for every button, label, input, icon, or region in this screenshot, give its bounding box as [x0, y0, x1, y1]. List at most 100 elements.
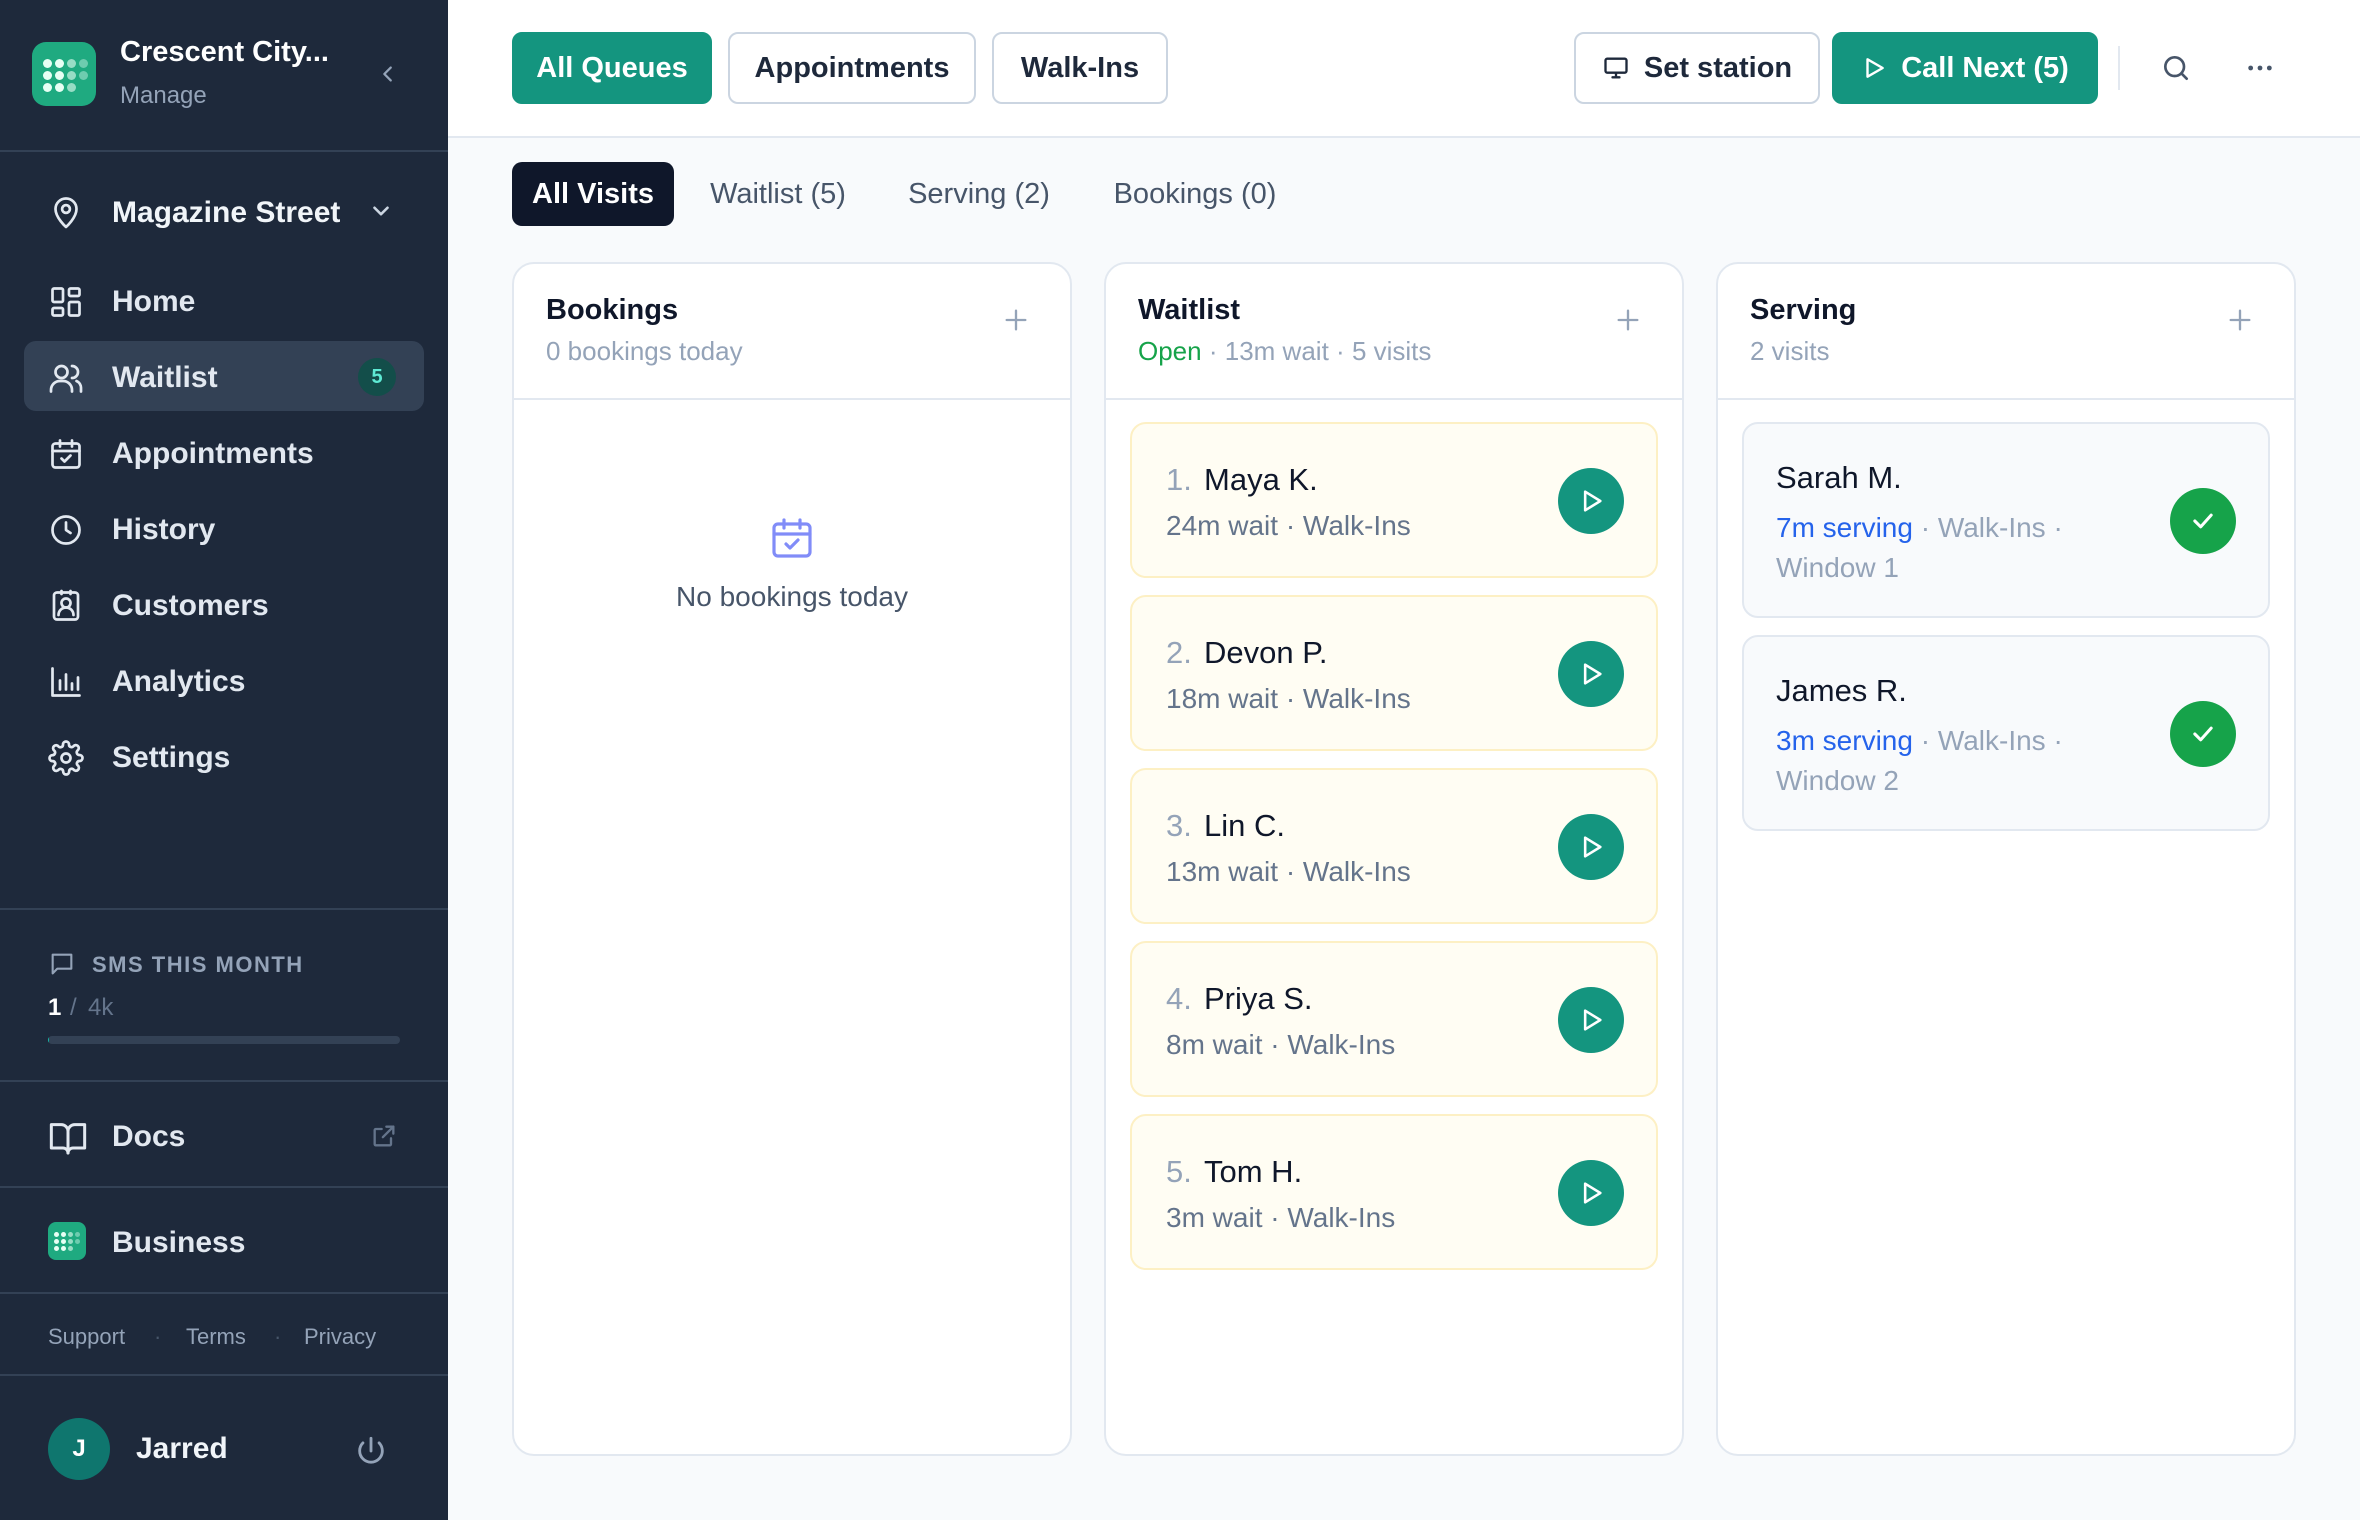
sidebar-item-customers[interactable]: Customers: [24, 569, 424, 639]
chevron-down-icon: [373, 206, 389, 216]
user-name: Jarred: [136, 1432, 228, 1465]
clock-icon: [51, 515, 81, 545]
search-icon: [2164, 56, 2188, 80]
chevron-left-icon: [383, 66, 392, 82]
more-options-button[interactable]: [2240, 48, 2280, 88]
queue-position: 4.: [1166, 981, 1192, 1016]
sms-separator: /: [70, 994, 77, 1021]
play-icon: [1583, 836, 1602, 858]
message-square-icon: [51, 953, 73, 975]
serving-meta: 7m serving · Walk-Ins · Window 1: [1776, 508, 2116, 588]
avatar[interactable]: J: [48, 1418, 110, 1480]
docs-label: Docs: [112, 1120, 186, 1153]
filter-tab-waitlist[interactable]: Waitlist (5): [690, 162, 866, 226]
add-serving-button[interactable]: [2224, 304, 2256, 336]
brand-subtitle: Manage: [120, 82, 207, 109]
play-icon: [1583, 1009, 1602, 1031]
monitor-icon: [1604, 57, 1628, 79]
filter-tab-all-visits[interactable]: All Visits: [512, 162, 674, 226]
call-next-button[interactable]: Call Next (5): [1832, 32, 2098, 104]
call-customer-button[interactable]: [1558, 814, 1624, 880]
wait-meta: 18m wait · Walk-Ins: [1166, 683, 1411, 714]
add-to-waitlist-button[interactable]: [1612, 304, 1644, 336]
gear-icon: [48, 740, 84, 776]
sidebar-item-history[interactable]: History: [24, 493, 424, 563]
call-customer-button[interactable]: [1558, 468, 1624, 534]
plus-icon: [1617, 309, 1639, 331]
business-label: Business: [112, 1226, 246, 1259]
terms-link[interactable]: Terms: [186, 1324, 246, 1350]
wait-meta: 13m wait · Walk-Ins: [1166, 856, 1411, 887]
check-icon: [2193, 726, 2213, 742]
support-link[interactable]: Support: [48, 1324, 125, 1350]
user-panel: J Jarred: [0, 1374, 448, 1520]
waitlist-count-badge: 5: [358, 358, 396, 396]
wait-meta: 8m wait · Walk-Ins: [1166, 1029, 1396, 1060]
privacy-link[interactable]: Privacy: [304, 1324, 376, 1350]
customer-name: Tom H.: [1204, 1154, 1303, 1189]
subtitle-separator: ·: [1336, 336, 1345, 366]
set-station-button[interactable]: Set station: [1574, 32, 1820, 104]
customer-name: Maya K.: [1204, 462, 1318, 497]
queue-position: 5.: [1166, 1154, 1192, 1189]
collapse-sidebar-button[interactable]: [372, 58, 404, 90]
queue-tab-all[interactable]: All Queues: [512, 32, 712, 104]
sidebar-item-analytics[interactable]: Analytics: [24, 645, 424, 715]
home-grid-icon: [51, 287, 81, 317]
filter-tab-serving[interactable]: Serving (2): [890, 162, 1068, 226]
customer-name: James R.: [1776, 673, 1907, 708]
call-next-label: Call Next (5): [1901, 51, 2069, 84]
business-logo: [48, 1222, 86, 1260]
waitlist-card[interactable]: 2. Devon P. 18m wait · Walk-Ins: [1130, 595, 1658, 751]
sidebar-item-settings[interactable]: Settings: [24, 721, 424, 791]
topbar: All Queues Appointments Walk-Ins Set sta…: [448, 0, 2360, 138]
waitlist-card[interactable]: 4. Priya S. 8m wait · Walk-Ins: [1130, 941, 1658, 1097]
customer-name: Sarah M.: [1776, 460, 1902, 495]
sidebar-item-waitlist[interactable]: Waitlist 5: [24, 341, 424, 411]
sms-usage: SMS THIS MONTH 1 / 4k: [0, 908, 448, 1082]
subtitle-separator: ·: [1208, 336, 1218, 366]
complete-visit-button[interactable]: [2170, 701, 2236, 767]
set-station-label: Set station: [1643, 51, 1793, 84]
call-customer-button[interactable]: [1558, 641, 1624, 707]
sidebar-item-label: History: [112, 513, 216, 546]
waitlist-card[interactable]: 3. Lin C. 13m wait · Walk-Ins: [1130, 768, 1658, 924]
add-booking-button[interactable]: [1000, 304, 1032, 336]
sidebar-item-home[interactable]: Home: [24, 265, 424, 335]
play-icon: [1583, 490, 1602, 512]
location-selector[interactable]: Magazine Street: [24, 184, 424, 240]
bookings-column-header: Bookings 0 bookings today: [514, 264, 1070, 400]
serving-card[interactable]: James R. 3m serving · Walk-Ins · Window …: [1742, 635, 2270, 831]
wait-meta: 24m wait · Walk-Ins: [1166, 510, 1411, 541]
location-name: Magazine Street: [112, 196, 341, 229]
call-customer-button[interactable]: [1558, 987, 1624, 1053]
sms-used-count: 1: [48, 994, 62, 1021]
queue-tab-walk-ins[interactable]: Walk-Ins: [992, 32, 1168, 104]
waitlist-column: Waitlist Open · 13m wait · 5 visits 1. M…: [1104, 262, 1684, 1456]
waitlist-column-title: Waitlist: [1138, 294, 1241, 326]
waitlist-card[interactable]: 1. Maya K. 24m wait · Walk-Ins: [1130, 422, 1658, 578]
sidebar-item-label: Waitlist: [112, 361, 218, 394]
book-open-icon: [49, 1123, 87, 1155]
plus-icon: [2229, 309, 2251, 331]
serving-column-title: Serving: [1750, 294, 1857, 326]
waitlist-visit-count: 5 visits: [1351, 336, 1432, 366]
business-switcher[interactable]: Business: [0, 1186, 448, 1294]
sidebar-item-appointments[interactable]: Appointments: [24, 417, 424, 487]
complete-visit-button[interactable]: [2170, 488, 2236, 554]
sidebar-item-label: Appointments: [112, 437, 314, 470]
call-customer-button[interactable]: [1558, 1160, 1624, 1226]
search-button[interactable]: [2156, 48, 2196, 88]
power-icon[interactable]: [354, 1434, 388, 1468]
bookings-column-subtitle: 0 bookings today: [546, 336, 743, 366]
serving-card[interactable]: Sarah M. 7m serving · Walk-Ins · Window …: [1742, 422, 2270, 618]
docs-link[interactable]: Docs: [0, 1080, 448, 1188]
footer-links: Support · Terms · Privacy: [0, 1292, 448, 1376]
wait-meta: 3m wait · Walk-Ins: [1166, 1202, 1396, 1233]
queue-tab-appointments[interactable]: Appointments: [728, 32, 976, 104]
waitlist-card[interactable]: 5. Tom H. 3m wait · Walk-Ins: [1130, 1114, 1658, 1270]
filter-tab-bookings[interactable]: Bookings (0): [1096, 162, 1294, 226]
waitlist-wait-time: 13m wait: [1224, 336, 1329, 366]
users-icon: [49, 364, 83, 393]
waitlist-status: Open: [1138, 336, 1202, 366]
